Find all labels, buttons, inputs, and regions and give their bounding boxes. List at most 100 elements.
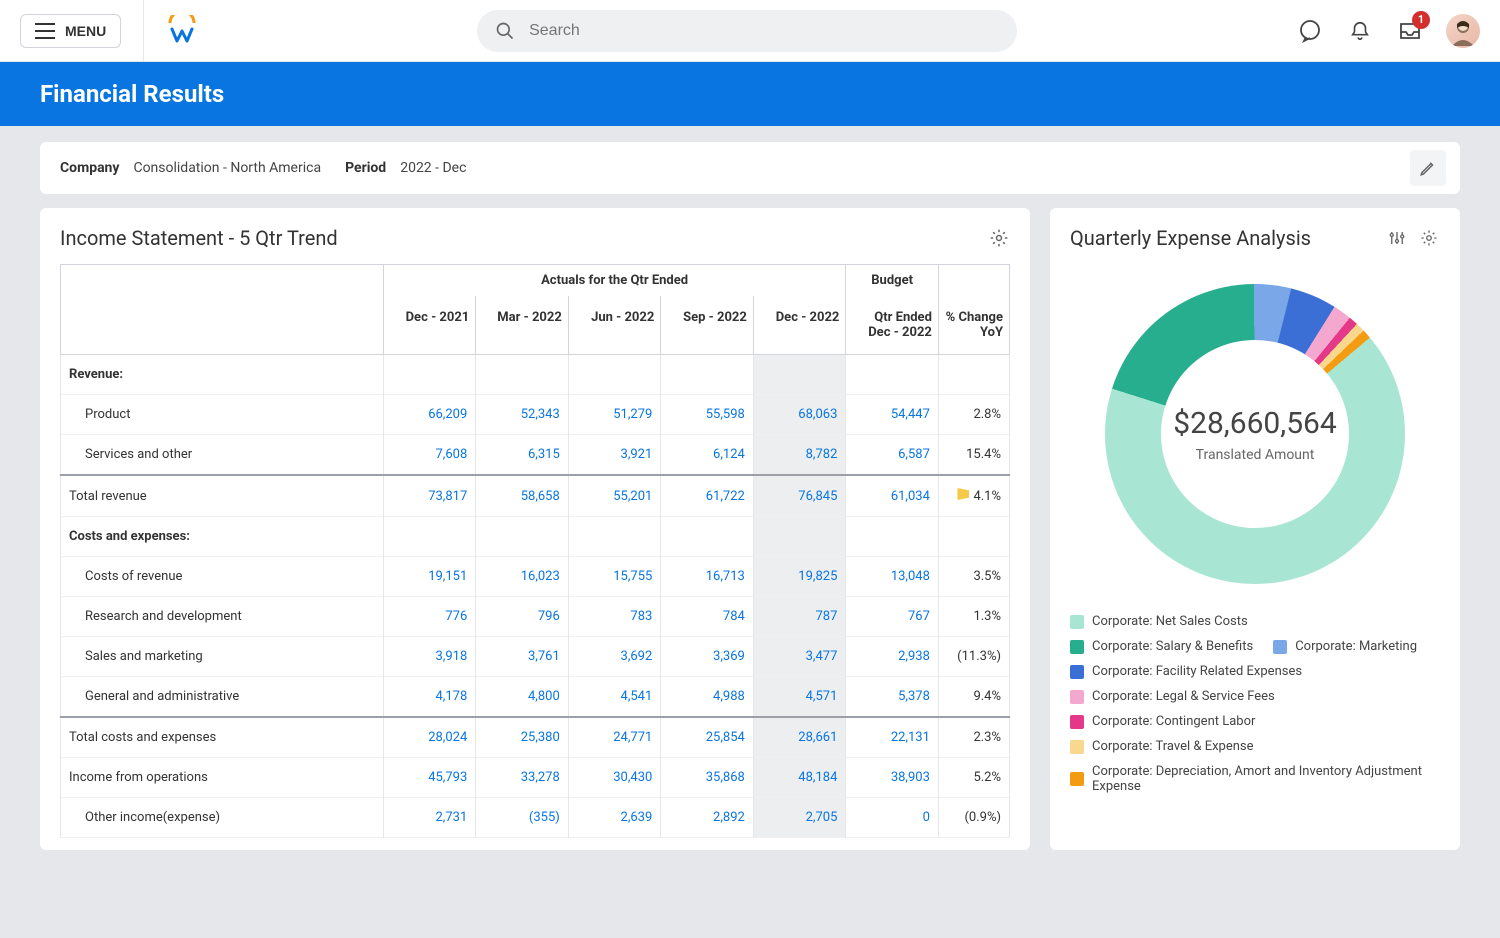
cell[interactable]: 38,903 [846,758,939,798]
cell[interactable]: 796 [476,597,569,637]
cell[interactable]: 28,024 [383,717,476,758]
inbox-icon[interactable]: 1 [1396,17,1424,45]
expense-settings-button[interactable] [1418,227,1440,249]
cell[interactable]: 25,380 [476,717,569,758]
cell[interactable] [661,517,754,557]
cell[interactable]: 3,692 [568,637,661,677]
cell[interactable]: 13,048 [846,557,939,597]
avatar[interactable] [1446,14,1480,48]
table-row: Costs of revenue19,15116,02315,75516,713… [61,557,1010,597]
cell[interactable]: 2,705 [753,798,846,838]
pct-cell: 1.3% [938,597,1009,637]
pct-cell: 15.4% [938,435,1009,476]
cell[interactable]: 61,034 [846,475,939,517]
cell[interactable]: 3,918 [383,637,476,677]
cell[interactable]: 2,892 [661,798,754,838]
legend-item[interactable]: Corporate: Net Sales Costs [1070,614,1248,629]
cell[interactable] [476,355,569,395]
cell[interactable]: 776 [383,597,476,637]
cell[interactable]: 3,761 [476,637,569,677]
cell[interactable]: 4,988 [661,677,754,718]
cell[interactable]: 4,541 [568,677,661,718]
cell[interactable]: 76,845 [753,475,846,517]
cell[interactable]: 16,023 [476,557,569,597]
cell[interactable] [846,355,939,395]
filter-button[interactable] [1386,227,1408,249]
cell[interactable]: 4,178 [383,677,476,718]
cell[interactable]: 73,817 [383,475,476,517]
cell[interactable]: 52,343 [476,395,569,435]
cell[interactable]: 6,587 [846,435,939,476]
cell[interactable]: 767 [846,597,939,637]
bell-icon[interactable] [1346,17,1374,45]
cell[interactable]: 3,921 [568,435,661,476]
cell[interactable]: 22,131 [846,717,939,758]
cell[interactable]: 783 [568,597,661,637]
donut-chart[interactable]: $28,660,564 Translated Amount [1105,284,1405,584]
cell[interactable]: 15,755 [568,557,661,597]
cell[interactable]: 30,430 [568,758,661,798]
cell[interactable] [753,355,846,395]
legend-item[interactable]: Corporate: Legal & Service Fees [1070,689,1275,704]
legend-item[interactable]: Corporate: Contingent Labor [1070,714,1255,729]
settings-button[interactable] [988,227,1010,249]
cell[interactable]: 5,378 [846,677,939,718]
workday-logo-icon[interactable] [166,15,198,47]
cell[interactable]: 2,639 [568,798,661,838]
period-label: Period [345,160,386,176]
cell[interactable]: 3,369 [661,637,754,677]
legend-item[interactable]: Corporate: Depreciation, Amort and Inven… [1070,764,1440,794]
cell[interactable]: 2,731 [383,798,476,838]
pct-cell: 2.3% [938,717,1009,758]
cell[interactable]: 8,782 [753,435,846,476]
menu-button[interactable]: MENU [20,14,121,48]
cell[interactable]: 55,598 [661,395,754,435]
cell[interactable]: 4,571 [753,677,846,718]
legend-item[interactable]: Corporate: Salary & Benefits [1070,639,1253,654]
cell[interactable] [661,355,754,395]
cell[interactable]: 19,151 [383,557,476,597]
cell[interactable]: (355) [476,798,569,838]
cell[interactable]: 33,278 [476,758,569,798]
cell[interactable] [846,517,939,557]
cell[interactable]: 19,825 [753,557,846,597]
cell[interactable] [568,355,661,395]
cell[interactable] [383,517,476,557]
cell[interactable] [383,355,476,395]
legend-item[interactable]: Corporate: Travel & Expense [1070,739,1254,754]
cell[interactable]: 25,854 [661,717,754,758]
cell[interactable]: 48,184 [753,758,846,798]
th-period: Sep - 2022 [661,296,754,355]
cell[interactable]: 58,658 [476,475,569,517]
cell[interactable]: 787 [753,597,846,637]
cell[interactable]: 6,315 [476,435,569,476]
cell[interactable]: 4,800 [476,677,569,718]
cell[interactable]: 61,722 [661,475,754,517]
cell[interactable] [753,517,846,557]
legend-label: Corporate: Facility Related Expenses [1092,664,1302,679]
cell[interactable]: 24,771 [568,717,661,758]
search-box[interactable] [477,10,1017,52]
cell[interactable]: 45,793 [383,758,476,798]
legend-item[interactable]: Corporate: Marketing [1273,639,1417,654]
cell[interactable] [568,517,661,557]
cell[interactable]: 35,868 [661,758,754,798]
chat-icon[interactable] [1296,17,1324,45]
cell[interactable] [476,517,569,557]
cell[interactable]: 68,063 [753,395,846,435]
cell[interactable]: 55,201 [568,475,661,517]
search-input[interactable] [529,22,999,40]
cell[interactable]: 7,608 [383,435,476,476]
cell[interactable]: 28,661 [753,717,846,758]
cell[interactable]: 784 [661,597,754,637]
cell[interactable]: 66,209 [383,395,476,435]
cell[interactable]: 0 [846,798,939,838]
legend-item[interactable]: Corporate: Facility Related Expenses [1070,664,1302,679]
cell[interactable]: 51,279 [568,395,661,435]
cell[interactable]: 6,124 [661,435,754,476]
edit-filters-button[interactable] [1410,150,1446,186]
cell[interactable]: 3,477 [753,637,846,677]
cell[interactable]: 16,713 [661,557,754,597]
cell[interactable]: 2,938 [846,637,939,677]
cell[interactable]: 54,447 [846,395,939,435]
